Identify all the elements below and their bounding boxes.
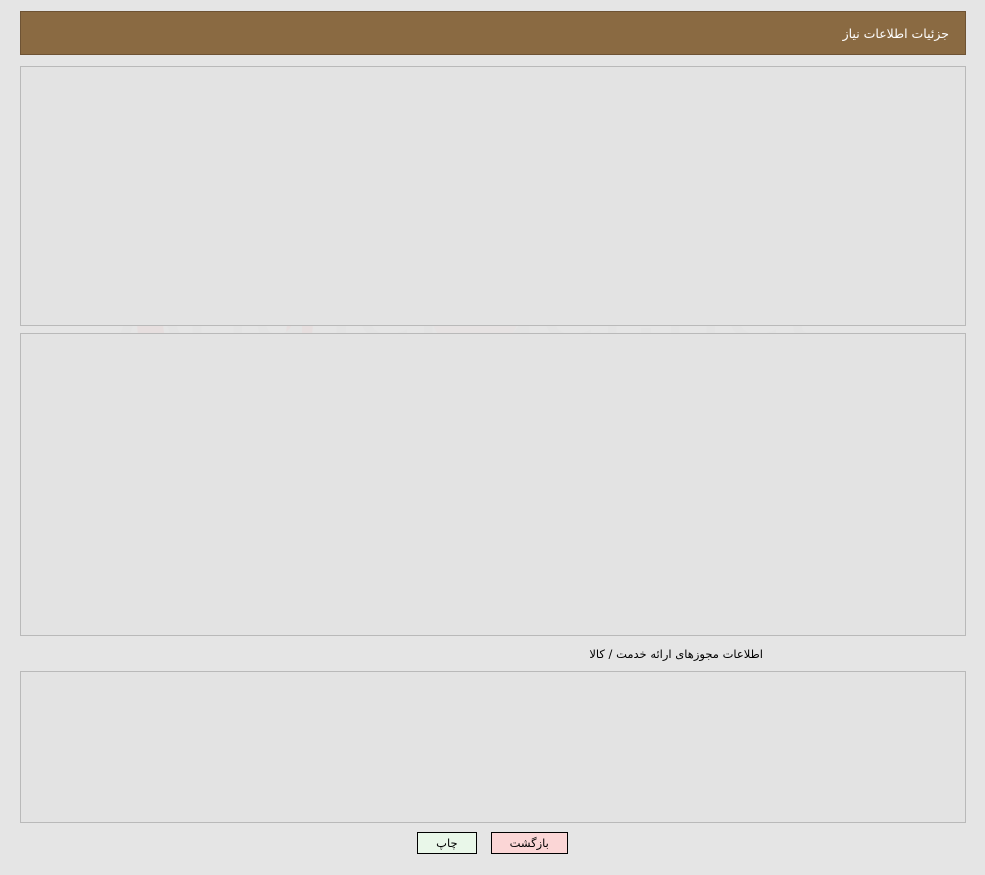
page-title: جزئیات اطلاعات نیاز — [842, 25, 949, 41]
page-header: جزئیات اطلاعات نیاز — [20, 11, 966, 55]
page-root: AriaTender.net جزئیات اطلاعات نیاز شماره… — [0, 0, 985, 875]
back-button[interactable]: بازگشت — [490, 832, 568, 854]
footer-actions: بازگشت چاپ — [0, 832, 985, 854]
permits-caption: اطلاعات مجوزهای ارائه خدمت / کالا — [589, 647, 763, 661]
print-button[interactable]: چاپ — [417, 832, 477, 854]
permits-panel — [20, 671, 966, 823]
service-info-panel — [20, 333, 966, 636]
need-info-panel — [20, 66, 966, 326]
